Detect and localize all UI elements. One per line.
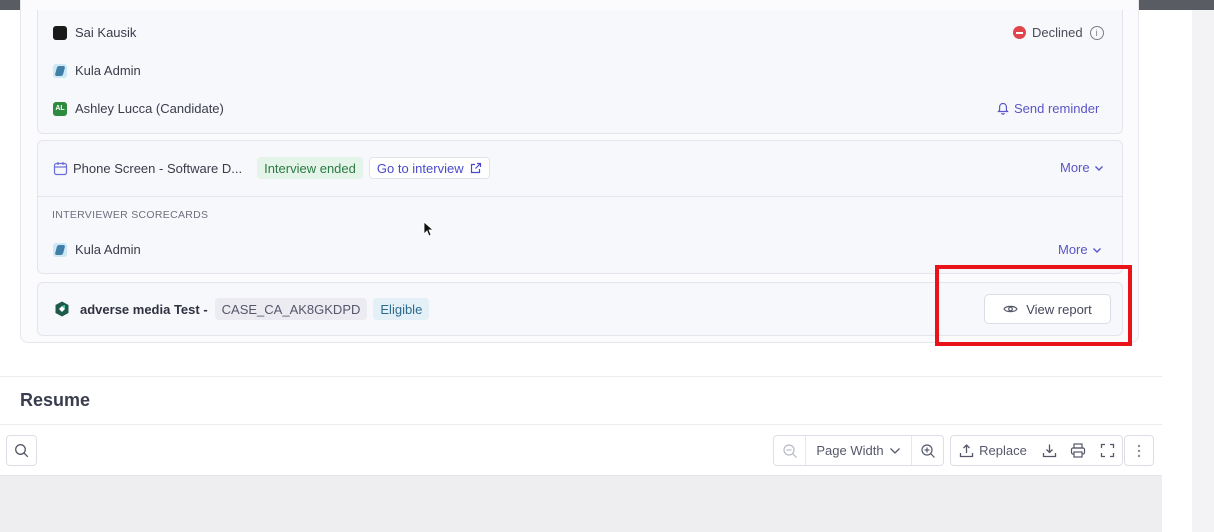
eligible-badge: Eligible bbox=[373, 298, 430, 320]
mouse-cursor-icon bbox=[423, 221, 433, 237]
kebab-menu-icon bbox=[1137, 444, 1141, 457]
participant-row: Kula Admin bbox=[53, 63, 141, 78]
divider bbox=[0, 376, 1162, 377]
resume-toolbar: Page Width Replace bbox=[0, 424, 1162, 476]
zoom-controls: Page Width bbox=[773, 435, 944, 466]
resume-section-title: Resume bbox=[20, 390, 91, 410]
external-link-icon bbox=[470, 162, 481, 174]
chevron-down-icon bbox=[889, 447, 900, 454]
zoom-in-icon bbox=[920, 443, 935, 458]
avatar bbox=[53, 242, 67, 257]
provider-logo-icon bbox=[55, 301, 69, 317]
printer-icon bbox=[1070, 443, 1086, 458]
fullscreen-button[interactable] bbox=[1093, 436, 1122, 465]
download-icon bbox=[1042, 444, 1056, 458]
status-declined: Declined i bbox=[1013, 25, 1104, 40]
search-icon bbox=[15, 444, 29, 458]
highlight-box bbox=[935, 265, 1132, 346]
check-title: adverse media Test - bbox=[80, 301, 208, 317]
avatar bbox=[53, 25, 67, 40]
scorecard-row: Kula Admin bbox=[53, 242, 141, 257]
search-button[interactable] bbox=[6, 435, 37, 466]
divider bbox=[38, 196, 1122, 197]
check-row: adverse media Test - CASE_CA_AK8GKDPD El… bbox=[53, 298, 430, 320]
fullscreen-icon bbox=[1100, 443, 1115, 458]
status-text: Declined bbox=[1032, 25, 1083, 40]
replace-button[interactable]: Replace bbox=[951, 436, 1035, 465]
interview-title[interactable]: Phone Screen - Software D... bbox=[73, 161, 242, 176]
download-button[interactable] bbox=[1035, 436, 1063, 465]
go-to-interview-button[interactable]: Go to interview bbox=[368, 157, 490, 179]
interview-header: Phone Screen - Software D... Interview e… bbox=[53, 157, 490, 179]
zoom-out-button[interactable] bbox=[774, 436, 806, 465]
calendar-icon bbox=[53, 161, 68, 175]
upload-icon bbox=[959, 444, 974, 458]
chevron-down-icon bbox=[1092, 247, 1101, 253]
participant-row: AL Ashley Lucca (Candidate) bbox=[53, 101, 224, 116]
zoom-out-icon bbox=[782, 443, 797, 458]
declined-icon bbox=[1013, 26, 1026, 39]
interview-more-button[interactable]: More bbox=[1060, 160, 1104, 175]
scorecard-name: Kula Admin bbox=[75, 242, 141, 257]
more-options-button[interactable] bbox=[1124, 435, 1154, 466]
document-actions: Replace bbox=[950, 435, 1123, 466]
participant-name: Ashley Lucca (Candidate) bbox=[75, 101, 224, 116]
avatar: AL bbox=[53, 101, 67, 116]
resume-document-viewer[interactable] bbox=[0, 476, 1162, 532]
zoom-mode-select[interactable]: Page Width bbox=[806, 436, 912, 465]
info-icon[interactable]: i bbox=[1089, 25, 1104, 40]
scorecards-label: INTERVIEWER SCORECARDS bbox=[52, 209, 209, 221]
zoom-in-button[interactable] bbox=[912, 436, 943, 465]
right-gutter bbox=[1162, 10, 1214, 532]
bell-icon bbox=[997, 102, 1009, 115]
chevron-down-icon bbox=[1094, 165, 1103, 171]
interview-status-badge: Interview ended bbox=[257, 157, 363, 179]
print-button[interactable] bbox=[1063, 436, 1093, 465]
participant-name: Sai Kausik bbox=[75, 25, 137, 40]
avatar bbox=[53, 63, 67, 78]
send-reminder-link[interactable]: Send reminder bbox=[997, 101, 1099, 116]
participant-row: Sai Kausik bbox=[53, 25, 136, 40]
case-id-badge: CASE_CA_AK8GKDPD bbox=[214, 298, 368, 320]
participant-name: Kula Admin bbox=[75, 63, 141, 78]
scorecard-more-button[interactable]: More bbox=[1058, 242, 1102, 257]
